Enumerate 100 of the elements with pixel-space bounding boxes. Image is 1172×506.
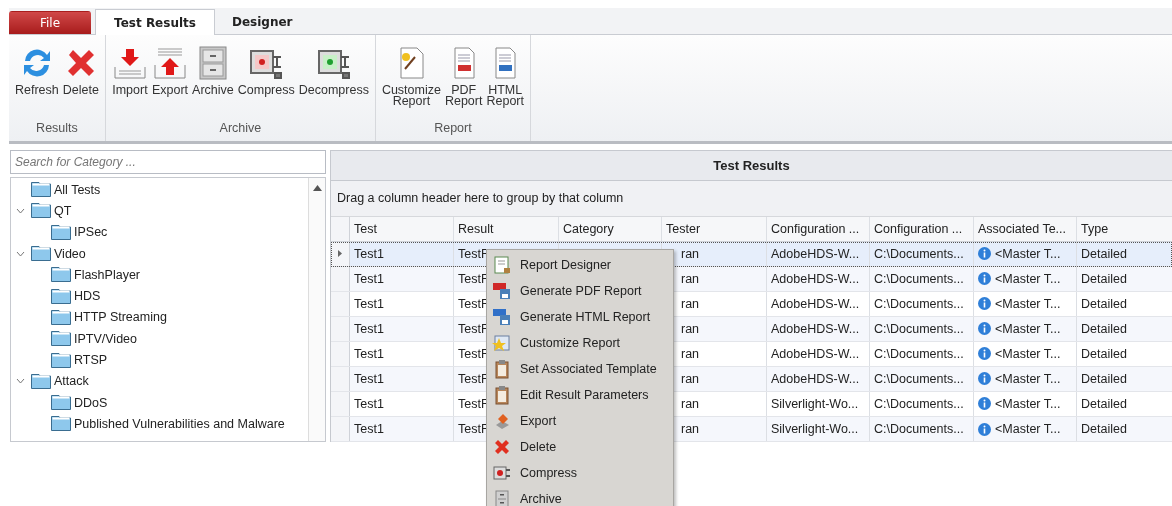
tree-item[interactable]: All Tests [11, 179, 308, 201]
scrollbar[interactable] [308, 178, 325, 441]
tree-item[interactable]: Published Vulnerabilities and Malware [11, 413, 308, 435]
folder-icon [51, 224, 71, 240]
table-cell: TestF [458, 396, 489, 411]
group-hint: Drag a column header here to group by that column [331, 180, 1172, 217]
tree-item[interactable]: IPSec [11, 221, 308, 243]
column-header[interactable]: Tester [662, 216, 767, 241]
tree-item[interactable]: FlashPlayer [11, 264, 308, 286]
ribbon-button[interactable]: Archive [190, 45, 236, 96]
ribbon-tab[interactable]: Test Results [95, 9, 215, 35]
info-icon [978, 397, 991, 411]
table-cell: TestF [458, 296, 489, 311]
menu-item[interactable]: Compress [487, 460, 673, 486]
menu-item[interactable]: Archive [487, 486, 673, 506]
info-icon [978, 422, 991, 436]
table-cell: Silverlight-Wo... [771, 396, 859, 411]
search-field[interactable]: Search for Category ... [10, 150, 326, 174]
scroll-up-icon[interactable] [312, 185, 322, 191]
vise-icon [492, 463, 512, 483]
table-cell: Detailed [1081, 321, 1127, 336]
expand-chevron-icon[interactable] [16, 250, 25, 257]
tree-item[interactable]: HTTP Streaming [11, 306, 308, 329]
info-icon [978, 347, 991, 361]
ribbon-button[interactable]: Export [149, 45, 191, 96]
ribbon-button[interactable]: Delete [60, 45, 101, 96]
column-header[interactable]: Associated Te... [974, 216, 1077, 241]
column-header[interactable]: Configuration ... [767, 216, 870, 241]
tree-item[interactable]: IPTV/Video [11, 328, 308, 350]
folder-icon [31, 203, 51, 219]
ribbon-tab[interactable]: Designer [214, 9, 310, 34]
ribbon-button[interactable]: Decompress [296, 45, 371, 96]
column-header[interactable]: Result [454, 216, 559, 241]
folder-icon [51, 416, 71, 432]
table-cell: Silverlight-Wo... [771, 422, 859, 437]
table-cell: ran [681, 321, 700, 336]
ribbon-button[interactable]: Import [109, 45, 150, 96]
expand-chevron-icon[interactable] [16, 207, 25, 214]
folder-icon [51, 352, 71, 368]
tree-item[interactable]: Video [11, 242, 308, 265]
table-cell: Detailed [1081, 371, 1127, 386]
row-indicator-icon [338, 250, 342, 258]
table-cell: C:\Documents... [874, 396, 964, 411]
table-cell: ran [681, 246, 700, 261]
table-cell: <Master T... [995, 396, 1061, 411]
tree-item[interactable]: DDoS [11, 391, 308, 414]
column-header[interactable]: Test [350, 216, 454, 241]
expand-chevron-icon[interactable] [16, 378, 25, 385]
html-icon [492, 307, 512, 327]
table-cell: C:\Documents... [874, 371, 964, 386]
ribbon-tab[interactable]: File [9, 11, 92, 34]
tree-item[interactable]: QT [11, 200, 308, 222]
table-cell: Test1 [354, 422, 384, 437]
info-icon [978, 322, 991, 336]
table-cell: C:\Documents... [874, 346, 964, 361]
table-cell: C:\Documents... [874, 271, 964, 286]
table-cell: ran [681, 422, 700, 437]
table-cell: Detailed [1081, 346, 1127, 361]
tree-item[interactable]: Attack [11, 370, 308, 392]
group-label: Archive [218, 121, 263, 137]
column-header[interactable]: Type [1077, 216, 1172, 241]
table-cell: C:\Documents... [874, 422, 964, 437]
tree-item[interactable]: HDS [11, 285, 308, 307]
folder-icon [51, 395, 71, 411]
table-cell: AdobeHDS-W... [771, 346, 860, 361]
table-cell: TestF [458, 271, 489, 286]
table-cell: AdobeHDS-W... [771, 271, 860, 286]
group-label: Report [433, 121, 473, 137]
table-cell: <Master T... [995, 321, 1061, 336]
table-cell: AdobeHDS-W... [771, 246, 860, 261]
ribbon-button[interactable]: PDF Report [442, 45, 485, 107]
table-cell: <Master T... [995, 346, 1061, 361]
group-label: Results [35, 121, 79, 137]
star-document-icon [492, 333, 512, 353]
folder-icon [51, 267, 71, 283]
table-cell: TestF [458, 321, 489, 336]
table-cell: Test1 [354, 271, 384, 286]
clipboard-icon [492, 385, 512, 405]
table-cell: Test1 [354, 371, 384, 386]
table-cell: TestF [458, 422, 489, 437]
ribbon-button[interactable]: Compress [235, 45, 297, 96]
folder-icon [31, 246, 51, 262]
ribbon-button[interactable]: Customize Report [379, 45, 443, 107]
ribbon-button[interactable]: Refresh [13, 45, 61, 96]
folder-icon [51, 331, 71, 347]
table-cell: AdobeHDS-W... [771, 296, 860, 311]
column-header[interactable]: Configuration ... [870, 216, 974, 241]
table-cell: Test1 [354, 321, 384, 336]
table-cell: ran [681, 396, 700, 411]
table-cell: <Master T... [995, 371, 1061, 386]
tree-item[interactable]: RTSP [11, 349, 308, 371]
table-cell: TestF [458, 346, 489, 361]
export-icon [152, 45, 188, 81]
column-header[interactable]: Category [559, 216, 662, 241]
ribbon-button[interactable]: HTML Report [484, 45, 526, 107]
table-cell: ran [681, 296, 700, 311]
table-cell: ran [681, 371, 700, 386]
table-cell: C:\Documents... [874, 296, 964, 311]
table-cell: C:\Documents... [874, 246, 964, 261]
info-icon [978, 272, 991, 286]
